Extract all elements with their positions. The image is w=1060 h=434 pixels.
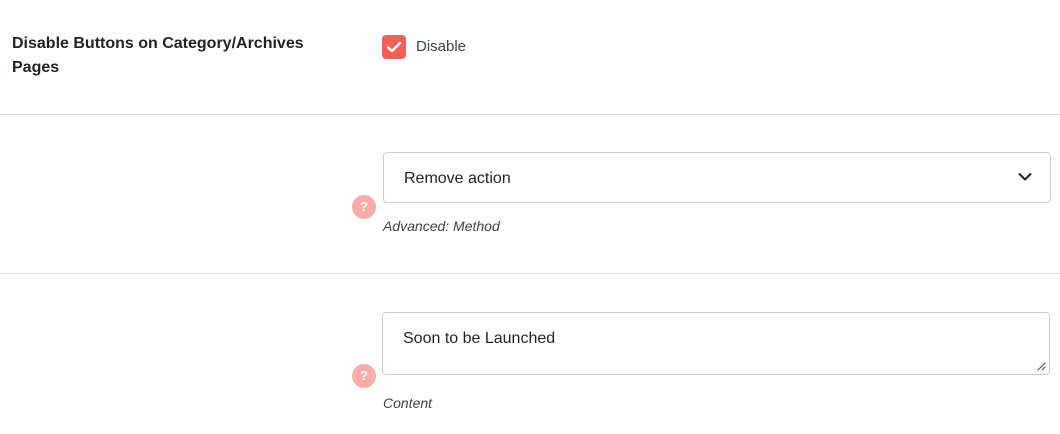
disable-checkbox-label[interactable]: Disable <box>416 38 466 56</box>
help-icon[interactable]: ? <box>352 195 376 219</box>
help-icon[interactable]: ? <box>352 364 376 388</box>
check-icon <box>386 41 402 53</box>
content-textarea-value: Soon to be Launched <box>403 330 556 347</box>
disable-buttons-label: Disable Buttons on Category/Archives Pag… <box>12 35 304 76</box>
method-select[interactable]: Remove action <box>383 152 1051 203</box>
resize-handle-icon[interactable] <box>1036 361 1046 371</box>
settings-panel: Disable Buttons on Category/Archives Pag… <box>0 0 1060 434</box>
method-description: Advanced: Method <box>383 218 500 234</box>
content-textarea[interactable]: Soon to be Launched <box>382 312 1050 375</box>
chevron-down-icon <box>1018 173 1032 181</box>
method-select-value: Remove action <box>404 170 511 187</box>
divider <box>0 273 1060 274</box>
content-description: Content <box>383 395 433 411</box>
disable-buttons-checkbox[interactable] <box>382 35 406 59</box>
divider <box>0 114 1060 115</box>
